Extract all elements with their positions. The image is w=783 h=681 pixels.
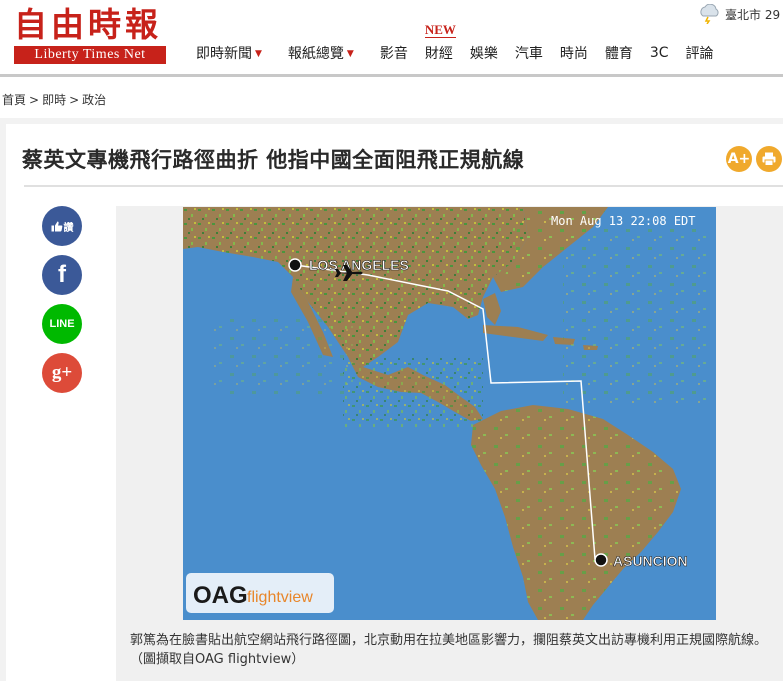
caret-down-icon: ▼ — [346, 49, 354, 59]
breadcrumb-separator: > — [69, 93, 80, 107]
font-size-button[interactable]: A+ — [726, 146, 752, 172]
nav-label: 時尚 — [559, 46, 588, 62]
breadcrumb-politics[interactable]: 政治 — [82, 93, 106, 107]
nav-label: 報紙總覽 — [287, 46, 344, 62]
rain-cloud-icon — [700, 4, 719, 24]
google-plus-share-button[interactable]: g+ — [42, 353, 82, 393]
nav-label: 影音 — [379, 46, 408, 62]
nav-label: 評論 — [685, 46, 714, 62]
breadcrumb-realtime[interactable]: 即時 — [42, 93, 66, 107]
article-tools: A+ — [726, 146, 783, 172]
share-bar: 讚 f LINE g+ — [42, 206, 82, 402]
main-nav: 即時新聞 ▼ 報紙總覽 ▼ 影音 NEW 財經 娛樂 汽車 時尚 體育 3C 評論 — [196, 23, 731, 66]
line-share-button[interactable]: LINE — [42, 304, 82, 344]
google-plus-icon: g+ — [51, 362, 73, 383]
watermark-flightview: flightview — [247, 589, 313, 606]
logo-chinese: 自由時報 — [14, 5, 162, 44]
line-icon: LINE — [49, 318, 75, 330]
flight-path-map[interactable]: LOS ANGELES ASUNCION Mon Aug 13 22:08 ED… — [183, 207, 716, 620]
new-badge: NEW — [424, 22, 456, 38]
site-logo[interactable]: 自由時報 Liberty Times Net — [14, 6, 168, 64]
origin-label: LOS ANGELES — [309, 257, 409, 273]
nav-item-finance[interactable]: NEW 財經 — [424, 23, 456, 63]
facebook-share-button[interactable]: f — [42, 255, 82, 295]
nav-label: 汽車 — [514, 46, 543, 62]
nav-item-entertainment[interactable]: 娛樂 — [470, 43, 498, 63]
weather-text: 臺北市 29 — [725, 7, 781, 22]
nav-item-auto[interactable]: 汽車 — [515, 43, 543, 63]
nav-label: 即時新聞 — [196, 46, 252, 62]
nav-label: 體育 — [604, 46, 633, 62]
destination-label: ASUNCION — [613, 553, 688, 569]
facebook-icon: f — [58, 261, 66, 288]
thumbs-up-icon — [51, 221, 62, 231]
header-divider — [0, 74, 783, 77]
nav-label: 娛樂 — [469, 46, 498, 62]
map-image: LOS ANGELES ASUNCION Mon Aug 13 22:08 ED… — [183, 207, 716, 620]
nav-item-sports[interactable]: 體育 — [605, 43, 633, 63]
origin-marker — [288, 258, 302, 272]
breadcrumb-separator: > — [29, 93, 40, 107]
nav-item-opinion[interactable]: 評論 — [686, 43, 714, 63]
breadcrumb-home[interactable]: 首頁 — [2, 93, 26, 107]
destination-marker — [594, 553, 608, 567]
like-label: 讚 — [63, 222, 74, 234]
watermark-oag: OAG — [193, 582, 248, 609]
breadcrumb: 首頁 > 即時 > 政治 — [2, 91, 106, 108]
nav-label: 3C — [649, 45, 669, 61]
nav-item-newspaper[interactable]: 報紙總覽 ▼ — [288, 43, 354, 63]
nav-item-fashion[interactable]: 時尚 — [560, 43, 588, 63]
nav-item-3c[interactable]: 3C — [650, 45, 669, 61]
facebook-like-button[interactable]: 讚 — [42, 206, 82, 246]
nav-item-realtime-news[interactable]: 即時新聞 ▼ — [196, 43, 262, 63]
logo-english: Liberty Times Net — [14, 46, 166, 64]
caret-down-icon: ▼ — [255, 49, 262, 59]
map-timestamp: Mon Aug 13 22:08 EDT — [551, 214, 696, 228]
weather-widget[interactable]: 臺北市 29 — [697, 4, 780, 24]
photo-caption: 郭篤為在臉書貼出航空網站飛行路徑圖，北京動用在拉美地區影響力，攔阻蔡英文出訪專機… — [130, 633, 768, 667]
article-title: 蔡英文專機飛行路徑曲折 他指中國全面阻飛正規航線 — [22, 148, 525, 172]
print-button[interactable] — [756, 146, 782, 172]
nav-item-video[interactable]: 影音 — [380, 43, 408, 63]
site-header: 自由時報 Liberty Times Net 即時新聞 ▼ 報紙總覽 ▼ 影音 NE… — [0, 0, 783, 80]
title-divider — [24, 185, 783, 187]
printer-icon — [762, 152, 776, 166]
nav-label: 財經 — [424, 46, 453, 62]
